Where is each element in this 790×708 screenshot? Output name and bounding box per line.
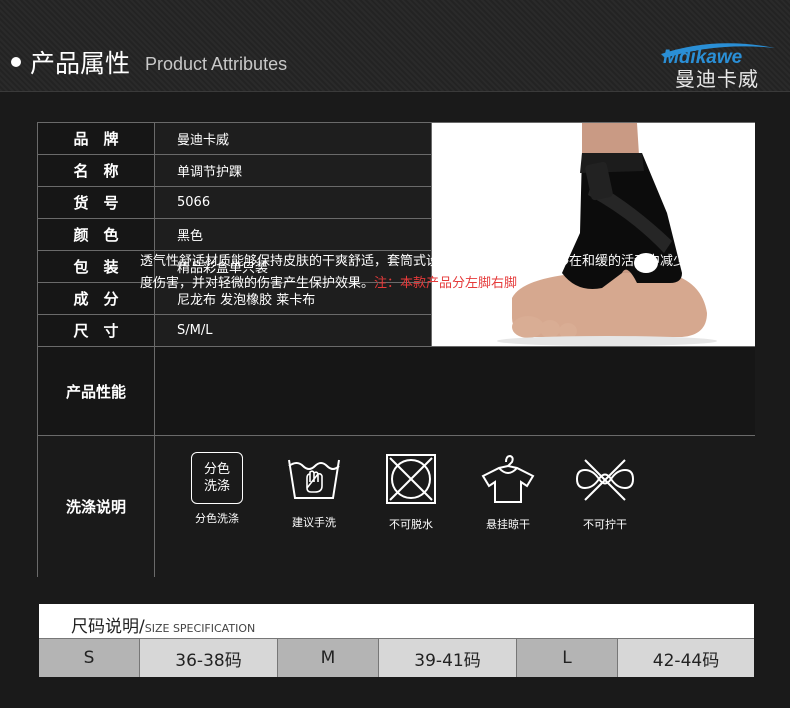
size-row: S 36-38码 M 39-41码 L 42-44码 xyxy=(39,638,754,677)
size-spec-title: 尺码说明/SIZE SPECIFICATION xyxy=(71,612,255,637)
size-cell: S xyxy=(39,639,140,677)
size-specification: 尺码说明/SIZE SPECIFICATION S 36-38码 M 39-41… xyxy=(39,604,754,677)
attr-label-item-no: 货 号 xyxy=(38,187,155,219)
care-item-no-wring: 不可拧干 xyxy=(570,452,640,532)
no-tumble-dry-icon xyxy=(386,454,436,504)
care-caption: 不可脱水 xyxy=(389,518,433,531)
care-label: 洗涤说明 xyxy=(38,436,155,577)
ankle-brace-image xyxy=(432,123,755,346)
care-item-separate-wash: 分色 洗涤 分色洗涤 xyxy=(182,452,252,526)
care-caption: 悬挂晾干 xyxy=(486,518,530,531)
logo-chinese-name: 曼迪卡威 xyxy=(675,67,759,91)
performance-cell xyxy=(155,347,755,436)
separate-wash-icon: 分色 洗涤 xyxy=(191,452,243,504)
section-title: 产品属性 xyxy=(30,49,131,78)
attr-label-name: 名 称 xyxy=(38,155,155,187)
care-caption: 分色洗涤 xyxy=(195,512,239,525)
attr-label-material: 成 分 xyxy=(38,283,155,315)
separate-wash-icon-line2: 洗涤 xyxy=(203,479,230,494)
attr-value-item-no: 5066 xyxy=(155,187,431,219)
section-subtitle: Product Attributes xyxy=(145,54,288,74)
attr-label-package: 包 装 xyxy=(38,251,155,283)
size-range-cell: 42-44码 xyxy=(618,639,754,677)
no-wring-icon xyxy=(575,459,635,501)
product-photo xyxy=(431,123,755,347)
separate-wash-icon-line1: 分色 xyxy=(203,462,230,477)
hang-dry-icon xyxy=(481,454,535,503)
care-item-no-tumble-dry: 不可脱水 xyxy=(376,452,446,532)
performance-description: 透气性舒适材质能够保持皮肤的干爽舒适，套筒式设计具有束缚功效，能够在和缓的活动中… xyxy=(140,251,700,295)
bullet-icon xyxy=(11,57,21,67)
size-range-cell: 36-38码 xyxy=(140,639,278,677)
hand-wash-icon xyxy=(288,459,340,499)
care-caption: 不可拧干 xyxy=(583,518,627,531)
size-range-cell: 39-41码 xyxy=(379,639,517,677)
performance-label: 产品性能 xyxy=(38,347,155,436)
care-item-hand-wash: 建议手洗 xyxy=(279,452,349,530)
performance-warning: 注：本款产品分左脚右脚 xyxy=(374,276,518,291)
size-cell: L xyxy=(517,639,618,677)
size-cell: M xyxy=(278,639,379,677)
size-spec-title-en: SIZE SPECIFICATION xyxy=(144,622,256,635)
section-header: 产品属性 Product Attributes Mdikawe 曼迪卡威 xyxy=(0,0,790,92)
attr-value-name: 单调节护踝 xyxy=(155,155,431,187)
care-item-hang-dry: 悬挂晾干 xyxy=(473,452,543,532)
attr-value-size: S/M/L xyxy=(155,315,431,347)
size-spec-title-cn: 尺码说明/ xyxy=(71,617,145,637)
attr-value-brand: 曼迪卡威 xyxy=(155,123,431,155)
attr-value-color: 黑色 xyxy=(155,219,431,251)
attr-label-color: 颜 色 xyxy=(38,219,155,251)
attr-label-brand: 品 牌 xyxy=(38,123,155,155)
attr-label-size: 尺 寸 xyxy=(38,315,155,347)
brand-logo: Mdikawe 曼迪卡威 xyxy=(655,40,780,91)
care-caption: 建议手洗 xyxy=(292,516,336,529)
